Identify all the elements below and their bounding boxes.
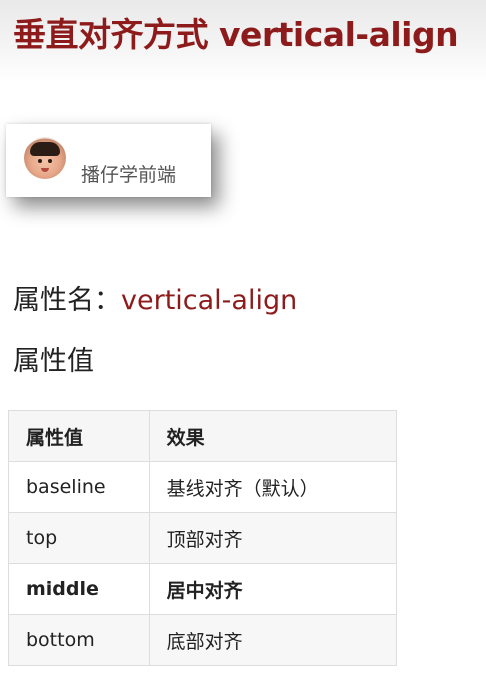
table-cell-value: bottom [8,614,150,666]
table-row: middle 居中对齐 [8,563,398,615]
avatar-mouth [41,168,49,172]
table-header-effect: 效果 [148,410,398,462]
table-header-value: 属性值 [8,410,150,462]
property-name-value: vertical-align [121,285,298,316]
table-cell-value: middle [8,563,150,615]
table-cell-effect: 底部对齐 [148,614,398,666]
avatar-eye-right [48,159,52,163]
table-cell-value: baseline [8,461,150,513]
table-header-row: 属性值 效果 [8,410,398,462]
table-cell-effect: 基线对齐（默认） [148,461,398,513]
values-table: 属性值 效果 baseline 基线对齐（默认） top 顶部对齐 middle… [8,410,398,666]
avatar [24,137,66,179]
page-title: 垂直对齐方式 vertical-align [13,15,459,54]
table-cell-effect: 居中对齐 [148,563,398,615]
property-name-line: 属性名：vertical-align [13,282,297,320]
table-cell-value: top [8,512,150,564]
property-name-label: 属性名： [13,285,121,316]
table-row: baseline 基线对齐（默认） [8,461,398,513]
table-row: top 顶部对齐 [8,512,398,564]
property-values-heading: 属性值 [13,346,94,377]
author-name: 播仔学前端 [81,164,177,186]
table-row: bottom 底部对齐 [8,614,398,666]
avatar-hair [30,142,60,156]
avatar-eye-left [38,159,42,163]
table-cell-effect: 顶部对齐 [148,512,398,564]
author-card: 播仔学前端 [6,124,211,197]
